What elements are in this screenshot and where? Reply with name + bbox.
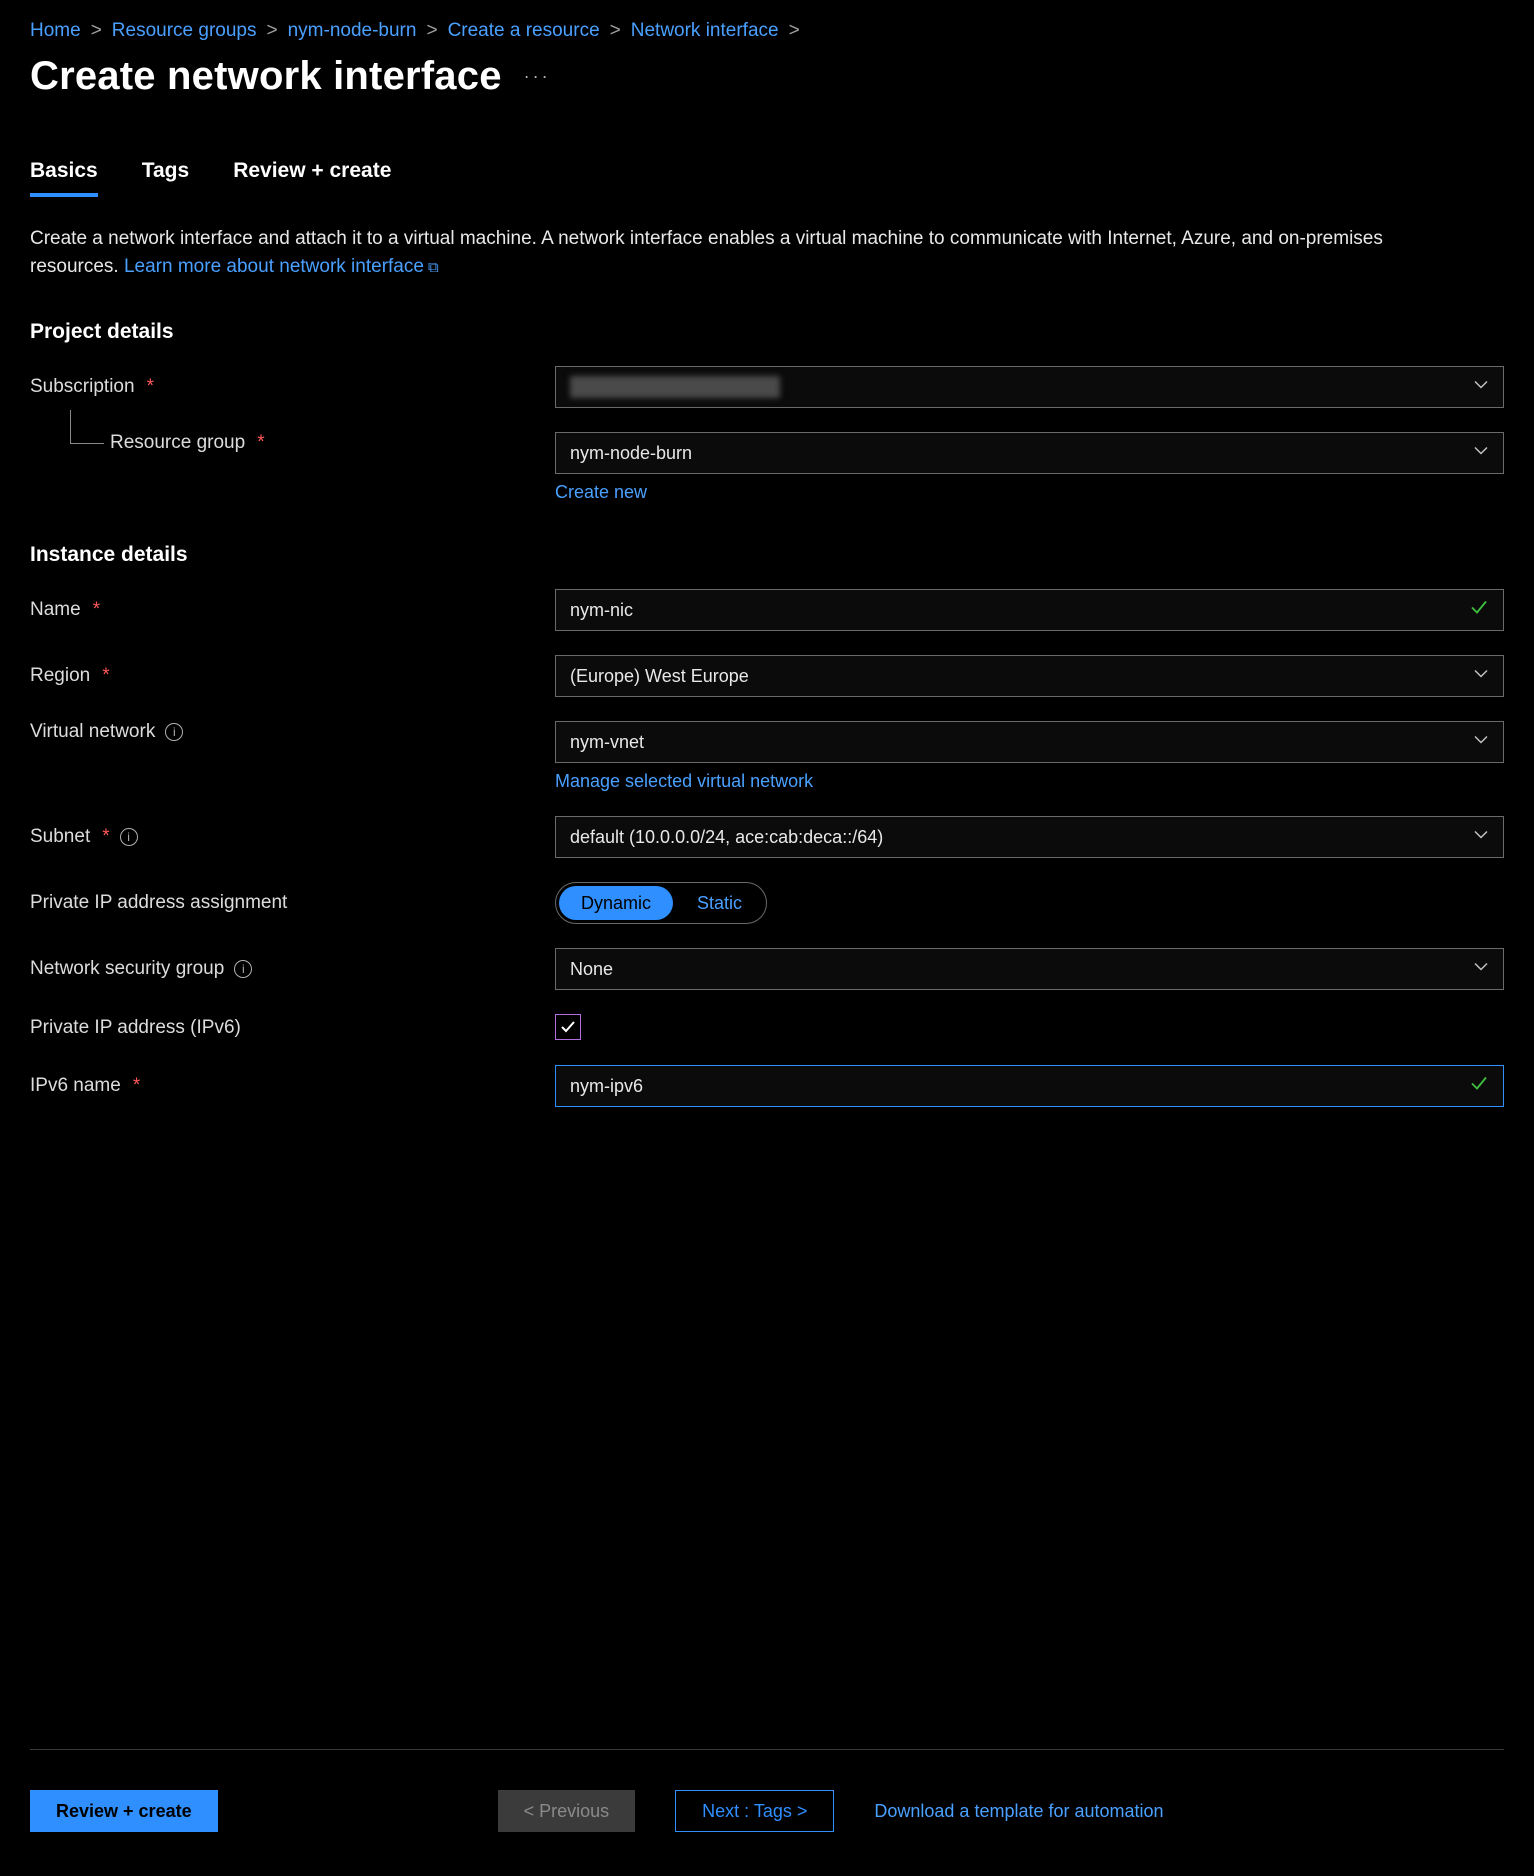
breadcrumb-network-interface[interactable]: Network interface bbox=[631, 20, 779, 42]
ipv6-enable-label: Private IP address (IPv6) bbox=[30, 1017, 241, 1039]
external-link-icon: ⧉ bbox=[428, 259, 439, 276]
resource-group-label: Resource group bbox=[110, 432, 245, 454]
chevron-right-icon: > bbox=[789, 20, 800, 42]
download-template-link[interactable]: Download a template for automation bbox=[874, 1801, 1163, 1822]
name-value: nym-nic bbox=[570, 600, 633, 621]
required-icon: * bbox=[257, 432, 264, 454]
check-valid-icon bbox=[1469, 598, 1489, 623]
section-instance-details: Instance details bbox=[30, 543, 1504, 567]
manage-vnet-link[interactable]: Manage selected virtual network bbox=[555, 771, 813, 792]
subscription-label: Subscription bbox=[30, 376, 135, 398]
review-create-button[interactable]: Review + create bbox=[30, 1790, 218, 1832]
chevron-down-icon bbox=[1473, 666, 1489, 687]
intro-text: Create a network interface and attach it… bbox=[30, 225, 1460, 280]
more-actions-icon[interactable]: ··· bbox=[524, 66, 551, 87]
vnet-label: Virtual network bbox=[30, 721, 155, 743]
ip-assignment-label: Private IP address assignment bbox=[30, 892, 287, 914]
info-icon[interactable]: i bbox=[234, 960, 252, 978]
vnet-select[interactable]: nym-vnet bbox=[555, 721, 1504, 763]
subscription-select[interactable] bbox=[555, 366, 1504, 408]
breadcrumb-create-resource[interactable]: Create a resource bbox=[448, 20, 600, 42]
chevron-down-icon bbox=[1473, 377, 1489, 398]
next-button[interactable]: Next : Tags > bbox=[675, 1790, 834, 1832]
breadcrumb: Home > Resource groups > nym-node-burn >… bbox=[30, 20, 1504, 42]
required-icon: * bbox=[102, 665, 109, 687]
tab-review-create[interactable]: Review + create bbox=[233, 159, 391, 197]
ip-assignment-static[interactable]: Static bbox=[673, 883, 766, 923]
subscription-value-redacted bbox=[570, 376, 780, 398]
info-icon[interactable]: i bbox=[165, 723, 183, 741]
ipv6-name-label: IPv6 name bbox=[30, 1075, 121, 1097]
resource-group-value: nym-node-burn bbox=[570, 443, 692, 464]
name-input[interactable]: nym-nic bbox=[555, 589, 1504, 631]
chevron-right-icon: > bbox=[426, 20, 437, 42]
subnet-label: Subnet bbox=[30, 826, 90, 848]
name-label: Name bbox=[30, 599, 81, 621]
required-icon: * bbox=[93, 599, 100, 621]
required-icon: * bbox=[133, 1075, 140, 1097]
vnet-value: nym-vnet bbox=[570, 732, 644, 753]
chevron-down-icon bbox=[1473, 443, 1489, 464]
ipv6-name-input[interactable]: nym-ipv6 bbox=[555, 1065, 1504, 1107]
ipv6-name-value: nym-ipv6 bbox=[570, 1076, 643, 1097]
region-label: Region bbox=[30, 665, 90, 687]
required-icon: * bbox=[102, 826, 109, 848]
page-title: Create network interface bbox=[30, 54, 502, 99]
tree-connector-icon bbox=[70, 410, 104, 444]
info-icon[interactable]: i bbox=[120, 828, 138, 846]
nsg-value: None bbox=[570, 959, 613, 980]
breadcrumb-home[interactable]: Home bbox=[30, 20, 81, 42]
previous-button: < Previous bbox=[498, 1790, 636, 1832]
section-project-details: Project details bbox=[30, 320, 1504, 344]
tab-basics[interactable]: Basics bbox=[30, 159, 98, 197]
subnet-value: default (10.0.0.0/24, ace:cab:deca::/64) bbox=[570, 827, 883, 848]
chevron-down-icon bbox=[1473, 959, 1489, 980]
tab-tags[interactable]: Tags bbox=[142, 159, 189, 197]
ipv6-enable-checkbox[interactable] bbox=[555, 1014, 581, 1040]
chevron-right-icon: > bbox=[91, 20, 102, 42]
check-valid-icon bbox=[1469, 1074, 1489, 1099]
subnet-select[interactable]: default (10.0.0.0/24, ace:cab:deca::/64) bbox=[555, 816, 1504, 858]
nsg-label: Network security group bbox=[30, 958, 224, 980]
ip-assignment-dynamic[interactable]: Dynamic bbox=[559, 886, 673, 920]
breadcrumb-nym-node-burn[interactable]: nym-node-burn bbox=[288, 20, 417, 42]
region-value: (Europe) West Europe bbox=[570, 666, 749, 687]
region-select[interactable]: (Europe) West Europe bbox=[555, 655, 1504, 697]
learn-more-link[interactable]: Learn more about network interface⧉ bbox=[124, 256, 439, 277]
nsg-select[interactable]: None bbox=[555, 948, 1504, 990]
resource-group-select[interactable]: nym-node-burn bbox=[555, 432, 1504, 474]
chevron-right-icon: > bbox=[267, 20, 278, 42]
chevron-down-icon bbox=[1473, 827, 1489, 848]
chevron-right-icon: > bbox=[610, 20, 621, 42]
create-new-link[interactable]: Create new bbox=[555, 482, 647, 503]
required-icon: * bbox=[147, 376, 154, 398]
footer: Review + create < Previous Next : Tags >… bbox=[30, 1750, 1504, 1876]
breadcrumb-resource-groups[interactable]: Resource groups bbox=[112, 20, 257, 42]
ip-assignment-toggle: Dynamic Static bbox=[555, 882, 767, 924]
chevron-down-icon bbox=[1473, 732, 1489, 753]
tabs: Basics Tags Review + create bbox=[30, 159, 1504, 197]
